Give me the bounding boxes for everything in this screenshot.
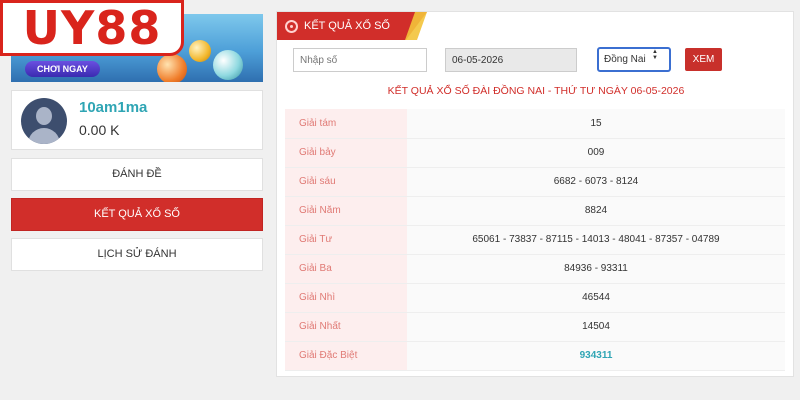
prize-numbers: 8824 (407, 196, 785, 226)
date-field[interactable] (445, 48, 577, 72)
user-info-card: 10am1ma 0.00 K (11, 90, 263, 150)
results-table: Giải tám 15 Giải bảy 009 Giải sáu 6682 - 6073… (285, 109, 785, 371)
table-row: Giải bảy 009 (285, 138, 785, 168)
prize-label: Giải Năm (285, 196, 407, 226)
username: 10am1ma (79, 99, 148, 116)
table-row: Giải tám 15 (285, 109, 785, 139)
prize-numbers: 934311 (407, 341, 785, 371)
lottery-ball-icon (285, 19, 298, 33)
province-selected-value: Đồng Nai (604, 54, 646, 65)
table-row: Giải Năm 8824 (285, 196, 785, 226)
prize-label: Giải Ba (285, 254, 407, 284)
prize-label: Giải Tư (285, 225, 407, 255)
prize-numbers: 15 (407, 109, 785, 139)
brand-logo-text: UY88 (22, 1, 162, 55)
prize-label: Giải tám (285, 109, 407, 139)
number-search-input[interactable] (293, 48, 427, 72)
sidebar-item-bet-history[interactable]: LỊCH SỬ ĐÁNH (11, 238, 263, 271)
prize-numbers: 6682 - 6073 - 8124 (407, 167, 785, 197)
tab-label: KẾT QUẢ XỔ SỐ (304, 20, 390, 32)
select-arrows-icon: ▲▼ (652, 49, 658, 61)
province-select[interactable]: Đồng Nai ▲▼ (597, 47, 671, 72)
prize-numbers: 84936 - 93311 (407, 254, 785, 284)
prize-label: Giải Đặc Biệt (285, 341, 407, 371)
table-row: Giải Nhất 14504 (285, 312, 785, 342)
prize-label: Giải bảy (285, 138, 407, 168)
play-now-button[interactable]: CHƠI NGAY (25, 61, 100, 77)
sidebar-item-lottery-results[interactable]: KẾT QUẢ XỔ SỐ (11, 198, 263, 231)
table-row: Giải sáu 6682 - 6073 - 8124 (285, 167, 785, 197)
prize-label: Giải Nhất (285, 312, 407, 342)
result-heading: KẾT QUẢ XỔ SỐ ĐÀI ĐỒNG NAI - THỨ TƯ NGÀY… (387, 85, 685, 97)
table-row: Giải Ba 84936 - 93311 (285, 254, 785, 284)
prize-label: Giải sáu (285, 167, 407, 197)
lottery-ball-icon (189, 40, 211, 62)
avatar (21, 98, 67, 144)
sidebar-item-place-bet[interactable]: ĐÁNH ĐỀ (11, 158, 263, 191)
lottery-ball-icon (157, 54, 187, 82)
user-silhouette-icon (36, 107, 52, 125)
lottery-ball-icon (213, 50, 243, 80)
view-results-button[interactable]: XEM (685, 48, 722, 71)
prize-label: Giải Nhì (285, 283, 407, 313)
brand-logo[interactable]: UY88 (0, 0, 184, 56)
prize-numbers: 14504 (407, 312, 785, 342)
tab-lottery-results[interactable]: KẾT QUẢ XỔ SỐ (277, 12, 427, 40)
prize-numbers: 009 (407, 138, 785, 168)
prize-numbers: 46544 (407, 283, 785, 313)
prize-numbers: 65061 - 73837 - 87115 - 14013 - 48041 - … (407, 225, 785, 255)
table-row: Giải Đặc Biệt 934311 (285, 341, 785, 371)
table-row: Giải Tư 65061 - 73837 - 87115 - 14013 - 4… (285, 225, 785, 255)
results-panel: KẾT QUẢ XỔ SỐ Đồng Nai ▲▼ XEM KẾT QUẢ XỔ… (276, 11, 794, 377)
account-balance: 0.00 K (79, 122, 120, 138)
table-row: Giải Nhì 46544 (285, 283, 785, 313)
